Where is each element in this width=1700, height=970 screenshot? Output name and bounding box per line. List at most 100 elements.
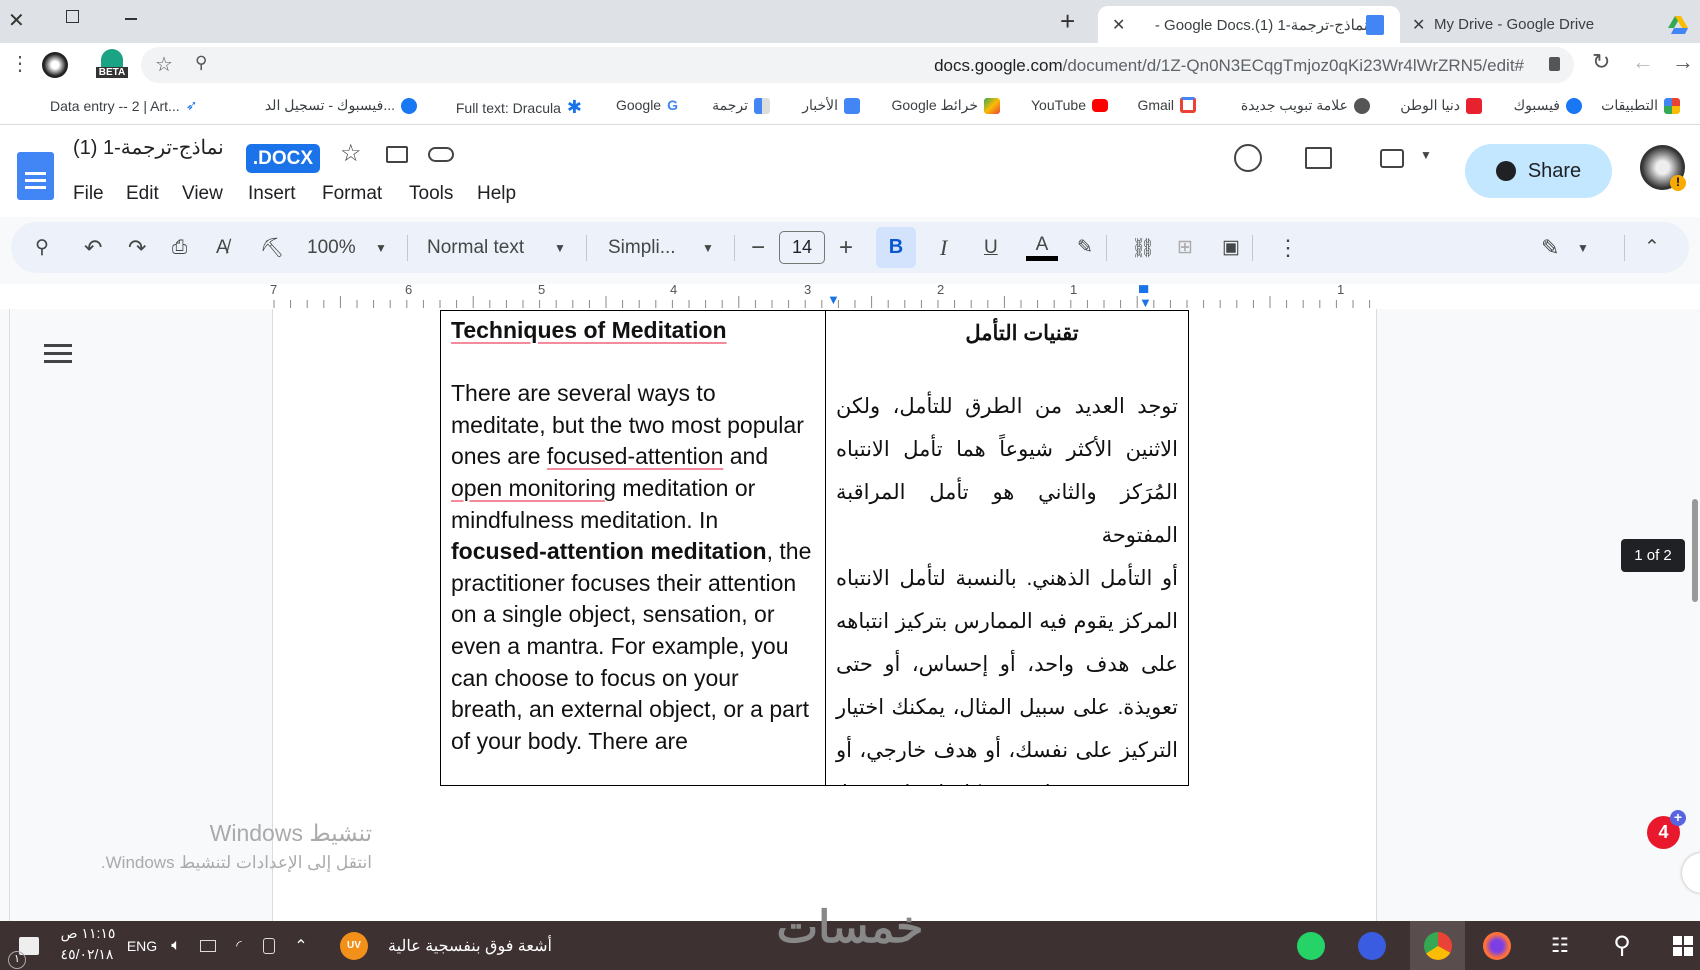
menu-view[interactable]: View bbox=[182, 183, 223, 205]
chevron-down-icon[interactable]: ▼ bbox=[375, 222, 387, 273]
menu-help[interactable]: Help bbox=[477, 183, 516, 205]
new-tab-icon[interactable]: + bbox=[1060, 6, 1075, 37]
weather-text[interactable]: أشعة فوق بنفسجية عالية bbox=[378, 921, 562, 970]
bookmark-google[interactable]: Google G bbox=[616, 97, 678, 113]
english-column[interactable]: Techniques of Meditation There are sever… bbox=[441, 311, 826, 785]
italic-button[interactable]: I bbox=[940, 222, 947, 273]
google-docs-logo[interactable] bbox=[17, 152, 54, 200]
bold-button[interactable]: B bbox=[876, 227, 916, 268]
zoom-select[interactable]: 100% bbox=[307, 222, 356, 273]
messenger-app-icon[interactable] bbox=[1355, 921, 1389, 970]
bookmark-facebook-login[interactable]: فيسبوك - تسجيل الد... bbox=[265, 97, 417, 114]
horizontal-ruler[interactable]: 7 6 5 4 3 2 1 1 ▼ ▀ ▼ bbox=[0, 282, 1700, 309]
redo-icon[interactable]: ↷ bbox=[128, 222, 146, 273]
bilingual-table[interactable]: Techniques of Meditation There are sever… bbox=[440, 310, 1189, 786]
clock-date[interactable]: ٤٥/٠٢/١٨ bbox=[52, 946, 122, 963]
version-history-icon[interactable] bbox=[1234, 144, 1262, 172]
spellcheck-icon[interactable]: A̸ bbox=[216, 222, 229, 273]
chrome-taskbar-icon[interactable] bbox=[1410, 921, 1465, 970]
increase-font-size-button[interactable]: + bbox=[839, 222, 853, 273]
windows-start-icon[interactable] bbox=[1668, 921, 1698, 970]
move-folder-icon[interactable] bbox=[386, 146, 408, 163]
back-icon[interactable]: ← bbox=[1632, 49, 1654, 75]
text-color-button[interactable]: A bbox=[1026, 222, 1058, 273]
close-tab-icon[interactable]: ✕ bbox=[1112, 15, 1125, 35]
more-options-icon[interactable]: ⋮ bbox=[1277, 222, 1299, 273]
task-view-icon[interactable]: ☷ bbox=[1545, 921, 1575, 970]
menu-format[interactable]: Format bbox=[322, 183, 382, 205]
add-comment-icon[interactable]: ⊞ bbox=[1177, 222, 1193, 273]
menu-insert[interactable]: Insert bbox=[248, 183, 296, 205]
plus-icon[interactable]: + bbox=[1670, 810, 1686, 826]
language-indicator[interactable]: ENG bbox=[126, 921, 158, 970]
bookmark-youtube[interactable]: YouTube bbox=[1031, 97, 1108, 113]
bookmark-translate[interactable]: ترجمة bbox=[712, 97, 770, 114]
restore-window-icon[interactable] bbox=[66, 10, 79, 23]
bookmark-news[interactable]: الأخبار bbox=[802, 97, 860, 114]
minimize-window-icon[interactable] bbox=[125, 18, 137, 20]
paragraph-style-select[interactable]: Normal text bbox=[427, 222, 524, 273]
bookmark-google-maps[interactable]: Google خرائط bbox=[891, 97, 1000, 114]
paint-format-icon[interactable]: ⛏ bbox=[260, 222, 284, 273]
tab-google-docs[interactable]: ✕ نماذج-ترجمة-1 (1).Google Docs - bbox=[1098, 6, 1400, 43]
collapse-menus-icon[interactable]: ⌃ bbox=[1644, 222, 1660, 273]
clock-time[interactable]: ١١:١٥ ص bbox=[58, 925, 118, 942]
indent-marker[interactable]: ▀ ▼ bbox=[1139, 286, 1152, 309]
search-icon[interactable]: ⚲ bbox=[1606, 921, 1638, 970]
decrease-font-size-button[interactable]: − bbox=[751, 222, 765, 273]
font-select[interactable]: Simpli... bbox=[608, 222, 676, 273]
more-options-icon[interactable]: ⋮ bbox=[10, 51, 30, 76]
document-title[interactable]: نماذج-ترجمة-1 (1) bbox=[73, 135, 224, 160]
chevron-down-icon[interactable]: ▼ bbox=[554, 222, 566, 273]
search-menus-icon[interactable]: ⚲ bbox=[35, 222, 49, 273]
lock-icon[interactable] bbox=[1549, 57, 1560, 71]
print-icon[interactable]: ⎙ bbox=[172, 222, 187, 273]
bookmark-star-icon[interactable]: ☆ bbox=[155, 52, 173, 77]
menu-tools[interactable]: Tools bbox=[409, 183, 453, 205]
arabic-column[interactable]: تقنيات التأمل توجد العديد من الطرق للتأم… bbox=[826, 311, 1188, 785]
close-window-icon[interactable]: ✕ bbox=[8, 8, 25, 33]
vertical-scrollbar[interactable] bbox=[1692, 499, 1698, 602]
bookmark-gmail[interactable]: Gmail bbox=[1137, 97, 1196, 113]
share-button[interactable]: Share bbox=[1465, 144, 1612, 198]
chevron-down-icon[interactable]: ▼ bbox=[1577, 222, 1589, 273]
star-icon[interactable]: ☆ bbox=[340, 139, 362, 168]
weather-uv-icon[interactable]: UV bbox=[340, 921, 368, 970]
extension-beta-icon[interactable]: BETA bbox=[96, 49, 128, 81]
show-hidden-icons-chevron[interactable]: ⌃ bbox=[290, 921, 312, 970]
battery-icon[interactable] bbox=[196, 921, 220, 970]
font-size-input[interactable]: 14 bbox=[779, 231, 825, 264]
close-tab-icon[interactable]: ✕ bbox=[1412, 15, 1425, 35]
url-bar[interactable]: ☆ ⚲ docs.google.com/document/d/1Z-Qn0N3E… bbox=[141, 47, 1574, 83]
reload-icon[interactable]: ↻ bbox=[1592, 49, 1610, 75]
side-panel-toggle[interactable] bbox=[1682, 853, 1700, 893]
firefox-icon[interactable] bbox=[1480, 921, 1514, 970]
underline-button[interactable]: U bbox=[984, 222, 998, 273]
wifi-icon[interactable]: ◜ bbox=[228, 921, 250, 970]
bookmark-data-entry[interactable]: Data entry -- 2 | Art... ➶ bbox=[50, 97, 197, 114]
volume-icon[interactable]: 🔈︎ bbox=[164, 921, 188, 970]
meet-camera-icon[interactable] bbox=[1380, 149, 1404, 168]
bookmark-new-tab[interactable]: علامة تبويب جديدة bbox=[1241, 97, 1370, 114]
chevron-down-icon[interactable]: ▼ bbox=[1420, 148, 1432, 162]
meet-now-icon[interactable] bbox=[258, 921, 280, 970]
menu-edit[interactable]: Edit bbox=[126, 183, 159, 205]
zoom-icon[interactable]: ⚲ bbox=[195, 53, 207, 73]
insert-link-icon[interactable]: ⛓ bbox=[1131, 222, 1155, 273]
undo-icon[interactable]: ↶ bbox=[84, 222, 102, 273]
editing-mode-pencil-icon[interactable]: ✎ bbox=[1541, 222, 1559, 273]
cloud-status-icon[interactable] bbox=[428, 147, 454, 162]
bookmark-dracula[interactable]: Full text: Dracula ✱ bbox=[456, 97, 582, 118]
bookmark-facebook[interactable]: فيسبوك bbox=[1514, 97, 1582, 114]
bookmark-donya-alwatan[interactable]: دنيا الوطن bbox=[1400, 97, 1482, 114]
forward-icon[interactable]: → bbox=[1672, 49, 1694, 75]
comments-icon[interactable] bbox=[1305, 147, 1332, 169]
bookmark-apps[interactable]: التطبيقات bbox=[1601, 97, 1680, 114]
chevron-down-icon[interactable]: ▼ bbox=[702, 222, 714, 273]
menu-file[interactable]: File bbox=[73, 183, 104, 205]
profile-avatar[interactable] bbox=[42, 52, 68, 78]
tab-google-drive[interactable]: ✕ My Drive - Google Drive bbox=[1400, 6, 1690, 43]
document-outline-icon[interactable] bbox=[44, 342, 72, 364]
insert-image-icon[interactable]: ▣ bbox=[1222, 222, 1240, 273]
whatsapp-icon[interactable] bbox=[1294, 921, 1328, 970]
